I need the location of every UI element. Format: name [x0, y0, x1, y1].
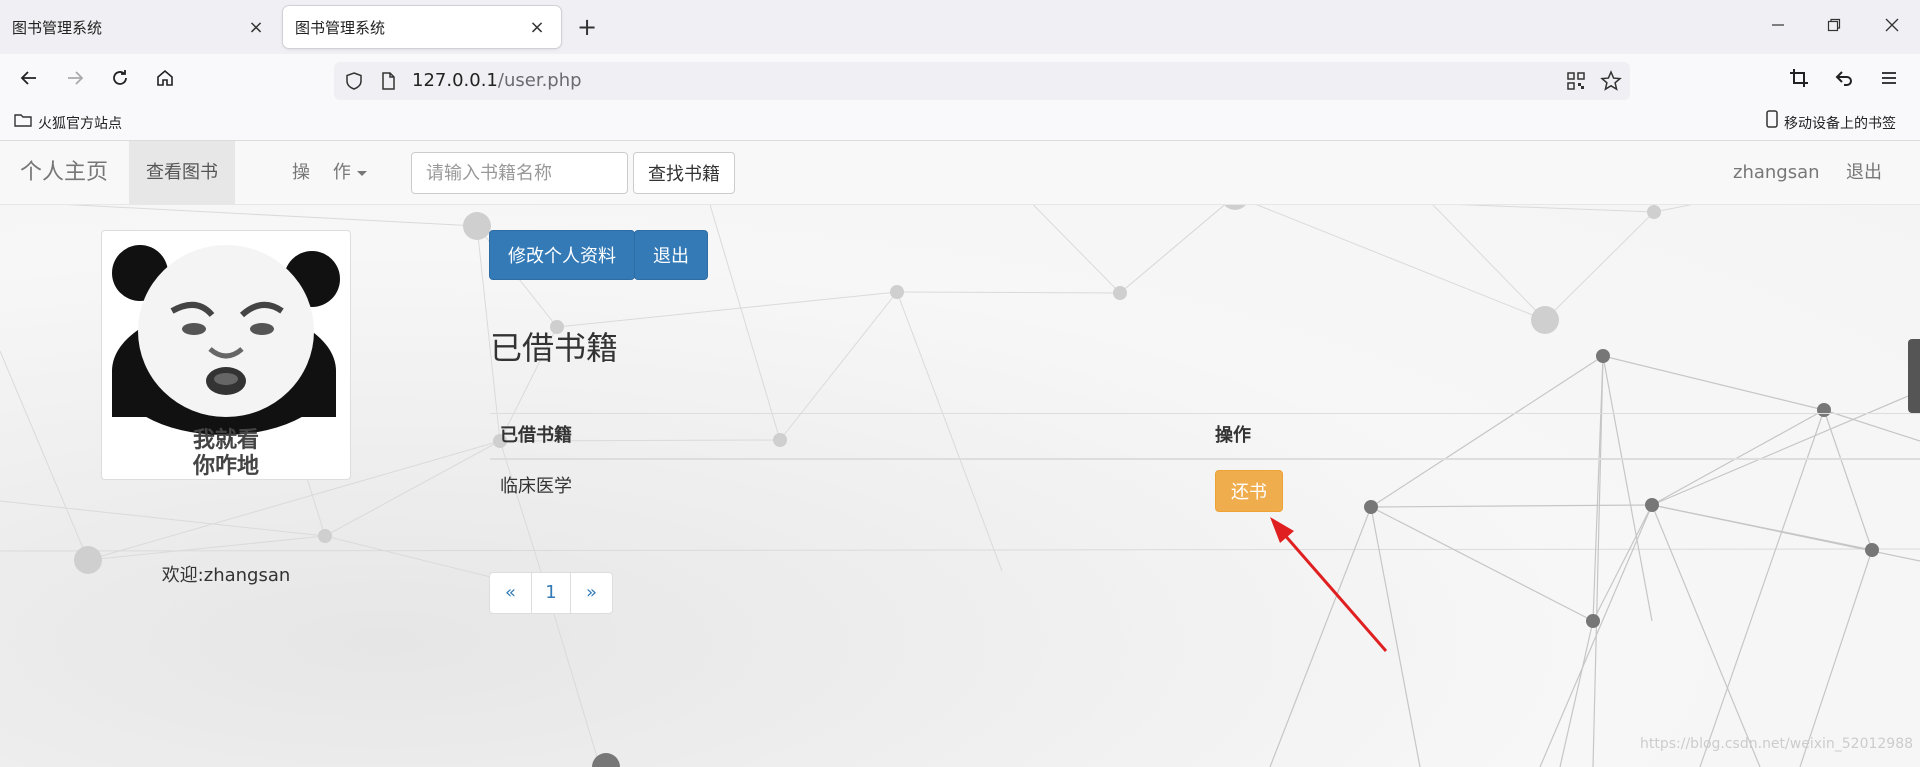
mobile-bookmarks[interactable]: 移动设备上的书签 — [1766, 108, 1896, 140]
url-text[interactable]: 127.0.0.1/user.php — [412, 62, 582, 100]
bookmarks-toolbar: 火狐官方站点 移动设备上的书签 — [0, 108, 1920, 141]
watermark-text: https://blog.csdn.net/weixin_52012988 — [1640, 736, 1914, 752]
tab-title: 图书管理系统 — [12, 18, 103, 37]
url-path: /user.php — [497, 70, 582, 91]
bookmark-label: 火狐官方站点 — [38, 116, 122, 132]
pagination-prev[interactable]: « — [489, 572, 532, 614]
brand-link[interactable]: 个人主页 — [0, 141, 128, 204]
return-book-button[interactable]: 还书 — [1215, 470, 1283, 512]
restore-icon[interactable] — [1814, 12, 1854, 42]
nav-dropdown-label: 操 作 — [292, 162, 351, 183]
pagination-page-1[interactable]: 1 — [531, 572, 571, 614]
tab-title: 图书管理系统 — [295, 18, 386, 37]
shield-icon[interactable] — [344, 71, 364, 95]
nav-username[interactable]: zhangsan — [1733, 141, 1820, 204]
site-navbar: 个人主页 查看图书 操 作 查找书籍 zhangsan 退出 — [0, 141, 1920, 205]
meme-caption-line2: 你咋地 — [192, 453, 259, 479]
nav-logout[interactable]: 退出 — [1846, 141, 1882, 204]
search-books-button[interactable]: 查找书籍 — [633, 152, 735, 194]
browser-toolbar: 127.0.0.1/user.php — [0, 54, 1920, 108]
annotation-arrow-icon — [1270, 517, 1388, 652]
book-title-cell: 临床医学 — [500, 476, 572, 497]
reload-icon[interactable] — [105, 67, 135, 97]
undo-icon[interactable] — [1829, 67, 1859, 97]
home-icon[interactable] — [150, 67, 180, 97]
nav-item-view-books[interactable]: 查看图书 — [129, 141, 235, 204]
logout-button[interactable]: 退出 — [634, 230, 708, 280]
side-panel-tab[interactable] — [1908, 339, 1920, 413]
edit-profile-button[interactable]: 修改个人资料 — [489, 230, 635, 280]
back-icon[interactable] — [14, 67, 44, 97]
tab-close-icon[interactable]: × — [244, 17, 268, 38]
address-bar[interactable]: 127.0.0.1/user.php — [334, 62, 1630, 100]
nav-dropdown-operations[interactable]: 操 作 — [292, 141, 367, 204]
table-header-row: 已借书籍 操作 — [490, 413, 1920, 460]
avatar: 我就看 你咋地 — [101, 230, 351, 480]
column-header-action: 操作 — [1215, 425, 1251, 446]
crop-icon[interactable] — [1784, 67, 1814, 97]
bookmark-folder[interactable]: 火狐官方站点 — [14, 108, 122, 140]
forward-icon[interactable] — [60, 67, 90, 97]
bookmark-label: 移动设备上的书签 — [1784, 116, 1896, 132]
page-icon[interactable] — [378, 71, 398, 95]
page-content: 个人主页 查看图书 操 作 查找书籍 zhangsan 退出 我就看 你咋地 欢… — [0, 141, 1920, 767]
page-title: 已借书籍 — [490, 329, 619, 367]
pagination: « 1 » — [489, 572, 613, 614]
panda-meme-image: 我就看 你咋地 — [112, 245, 340, 479]
minimize-icon[interactable] — [1758, 12, 1798, 42]
qr-code-icon[interactable] — [1566, 71, 1586, 95]
column-header-book: 已借书籍 — [500, 425, 572, 446]
star-bookmark-icon[interactable] — [1600, 70, 1622, 96]
browser-tab-strip: 图书管理系统 × 图书管理系统 × + — [0, 0, 1920, 54]
pagination-next[interactable]: » — [570, 572, 613, 614]
url-host: 127.0.0.1 — [412, 70, 498, 91]
tab-close-icon[interactable]: × — [525, 17, 549, 38]
book-search-input[interactable] — [411, 152, 628, 194]
browser-tab[interactable]: 图书管理系统 × — [0, 6, 280, 48]
menu-icon[interactable] — [1874, 67, 1904, 97]
mobile-device-icon — [1766, 108, 1778, 140]
new-tab-button[interactable]: + — [572, 12, 602, 42]
welcome-text: 欢迎:zhangsan — [161, 565, 291, 586]
folder-icon — [14, 108, 32, 140]
window-close-icon[interactable] — [1872, 12, 1912, 42]
browser-tab-active[interactable]: 图书管理系统 × — [283, 6, 561, 48]
caret-down-icon — [356, 170, 367, 176]
meme-caption-line1: 我就看 — [193, 427, 259, 453]
